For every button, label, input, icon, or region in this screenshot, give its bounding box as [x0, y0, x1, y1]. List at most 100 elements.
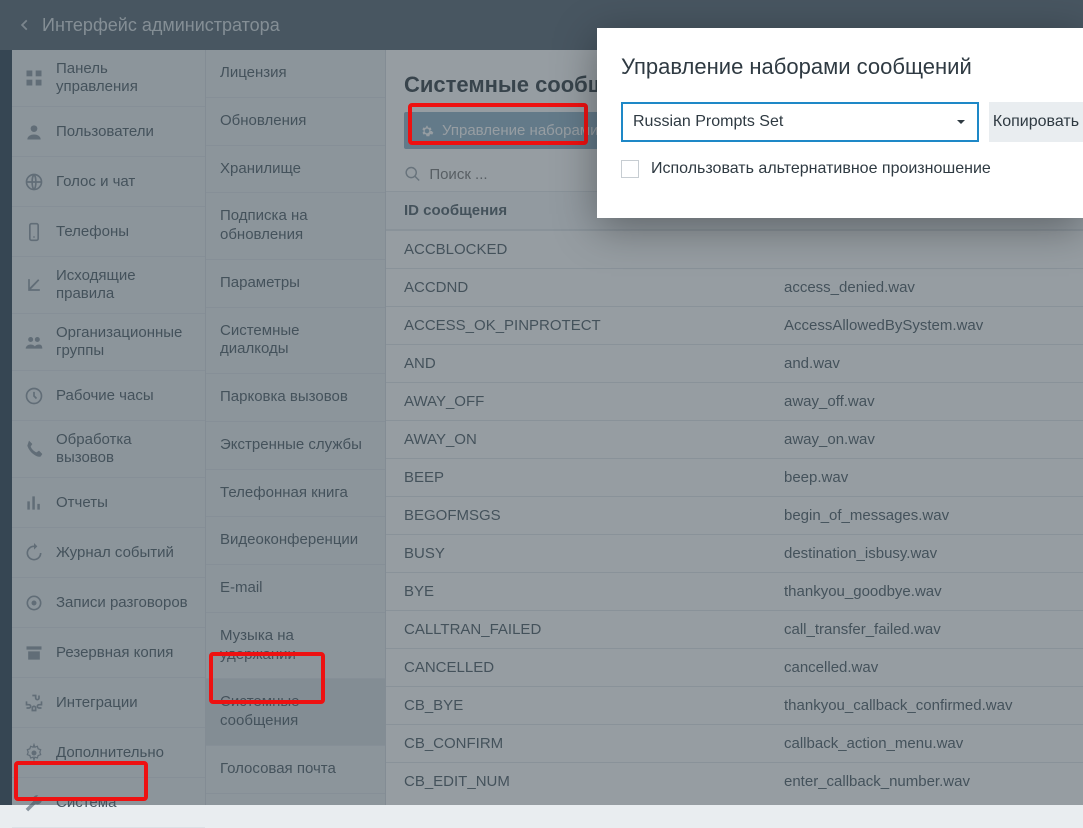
table-row[interactable]: BYEthankyou_goodbye.wav: [386, 572, 1083, 610]
wrench-icon: [24, 793, 44, 813]
globe-icon: [24, 172, 44, 192]
sidebar-item[interactable]: Записи разговоров: [12, 578, 205, 628]
sidebar-item-label: Рабочие часы: [56, 387, 154, 405]
subsidebar-item[interactable]: Лицензия: [206, 50, 385, 98]
cell-file-name: call_transfer_failed.wav: [766, 611, 1083, 648]
cell-file-name: thankyou_goodbye.wav: [766, 573, 1083, 610]
subsidebar-item[interactable]: Обновления: [206, 98, 385, 146]
subsidebar-item[interactable]: Подписка на обновления: [206, 193, 385, 260]
sidebar-item[interactable]: Телефоны: [12, 207, 205, 257]
sidebar-item[interactable]: Голос и чат: [12, 157, 205, 207]
phone-icon: [24, 439, 44, 459]
sidebar-item[interactable]: Резервная копия: [12, 628, 205, 678]
phone-device-icon: [24, 222, 44, 242]
cell-file-name: [766, 231, 1083, 268]
sidebar-item[interactable]: Исходящие правила: [12, 257, 205, 314]
cell-file-name: begin_of_messages.wav: [766, 497, 1083, 534]
cell-file-name: enter_callback_number.wav: [766, 763, 1083, 800]
cell-message-id: CB_EDIT_NUM: [386, 763, 766, 800]
cell-file-name: and.wav: [766, 345, 1083, 382]
subsidebar-item[interactable]: Хранилище: [206, 146, 385, 194]
cell-message-id: CALLTRAN_FAILED: [386, 611, 766, 648]
sidebar-item[interactable]: Обработка вызовов: [12, 421, 205, 478]
subsidebar-item[interactable]: Телефонная книга: [206, 470, 385, 518]
subsidebar-item[interactable]: Системные диалкоды: [206, 308, 385, 375]
cell-message-id: CB_CONFIRM: [386, 725, 766, 762]
subsidebar-item[interactable]: E-mail: [206, 565, 385, 613]
app-title: Интерфейс администратора: [42, 15, 280, 36]
subsidebar-item[interactable]: Голосовая почта: [206, 746, 385, 794]
cell-file-name: access_denied.wav: [766, 269, 1083, 306]
cell-message-id: BUSY: [386, 535, 766, 572]
cell-message-id: BYE: [386, 573, 766, 610]
table-row[interactable]: ANDand.wav: [386, 344, 1083, 382]
record-icon: [24, 593, 44, 613]
sidebar-item-label: Записи разговоров: [56, 594, 188, 612]
cell-file-name: away_on.wav: [766, 421, 1083, 458]
table-row[interactable]: CANCELLEDcancelled.wav: [386, 648, 1083, 686]
sidebar-item-label: Резервная копия: [56, 644, 173, 662]
cell-message-id: CB_BYE: [386, 687, 766, 724]
table-row[interactable]: ACCESS_OK_PINPROTECTAccessAllowedBySyste…: [386, 306, 1083, 344]
cell-file-name: beep.wav: [766, 459, 1083, 496]
alt-pronunciation-checkbox[interactable]: Использовать альтернативное произношение: [597, 142, 1083, 178]
sidebar-item-label: Журнал событий: [56, 544, 174, 562]
sidebar-item[interactable]: Система: [12, 778, 205, 828]
checkbox-box: [621, 160, 639, 178]
sidebar-item-label: Пользователи: [56, 123, 154, 141]
prompt-set-select[interactable]: Russian Prompts Set: [621, 102, 979, 142]
cell-message-id: BEGOFMSGS: [386, 497, 766, 534]
cell-file-name: cancelled.wav: [766, 649, 1083, 686]
manage-sets-button[interactable]: Управление наборами: [404, 112, 615, 149]
collapsed-rail: [0, 50, 12, 805]
table-row[interactable]: BEGOFMSGSbegin_of_messages.wav: [386, 496, 1083, 534]
chevron-down-icon: [955, 116, 967, 128]
sidebar-item[interactable]: Журнал событий: [12, 528, 205, 578]
sidebar-item[interactable]: Пользователи: [12, 107, 205, 157]
sidebar-item-label: Интеграции: [56, 694, 138, 712]
table-row[interactable]: BUSYdestination_isbusy.wav: [386, 534, 1083, 572]
table-row[interactable]: AWAY_ONaway_on.wav: [386, 420, 1083, 458]
table-row[interactable]: AWAY_OFFaway_off.wav: [386, 382, 1083, 420]
messages-table: ID сообщения ACCBLOCKEDACCDNDaccess_deni…: [386, 191, 1083, 805]
sidebar-item[interactable]: Интеграции: [12, 678, 205, 728]
table-row[interactable]: CB_BYEthankyou_callback_confirmed.wav: [386, 686, 1083, 724]
sidebar-item[interactable]: Организационные группы: [12, 314, 205, 371]
sidebar-item-label: Голос и чат: [56, 173, 135, 191]
table-row[interactable]: ACCBLOCKED: [386, 230, 1083, 268]
cell-message-id: ACCESS_OK_PINPROTECT: [386, 307, 766, 344]
subsidebar-item[interactable]: Экстренные службы: [206, 422, 385, 470]
cell-file-name: away_off.wav: [766, 383, 1083, 420]
primary-sidebar: Панель управления Пользователи Голос и чат…: [12, 50, 206, 805]
sidebar-item[interactable]: Отчеты: [12, 478, 205, 528]
subsidebar-item[interactable]: Парковка вызовов: [206, 374, 385, 422]
gear-icon: [420, 124, 434, 138]
sidebar-item-label: Исходящие правила: [56, 267, 193, 303]
cell-file-name: callback_action_menu.wav: [766, 725, 1083, 762]
table-row[interactable]: CB_CONFIRMcallback_action_menu.wav: [386, 724, 1083, 762]
sidebar-item-label: Отчеты: [56, 494, 108, 512]
table-row[interactable]: CB_EDIT_NUMenter_callback_number.wav: [386, 762, 1083, 800]
table-row[interactable]: ACCDNDaccess_denied.wav: [386, 268, 1083, 306]
history-icon: [24, 543, 44, 563]
prompt-set-selected: Russian Prompts Set: [633, 113, 783, 131]
table-row[interactable]: CALLTRAN_FAILEDcall_transfer_failed.wav: [386, 610, 1083, 648]
cell-file-name: thankyou_callback_confirmed.wav: [766, 687, 1083, 724]
sidebar-item[interactable]: Рабочие часы: [12, 371, 205, 421]
subsidebar-item[interactable]: Системные сообщения: [206, 679, 385, 746]
sidebar-item[interactable]: Панель управления: [12, 50, 205, 107]
sidebar-item-label: Телефоны: [56, 223, 129, 241]
sidebar-item-label: Система: [56, 794, 116, 812]
subsidebar-item[interactable]: Музыка на удержании: [206, 613, 385, 680]
table-row[interactable]: BEEPbeep.wav: [386, 458, 1083, 496]
sidebar-item-label: Панель управления: [56, 60, 193, 96]
sidebar-item[interactable]: Дополнительно: [12, 728, 205, 778]
outbound-icon: [24, 275, 44, 295]
group-icon: [24, 332, 44, 352]
subsidebar-item[interactable]: Параметры: [206, 260, 385, 308]
cell-message-id: AWAY_ON: [386, 421, 766, 458]
copy-button[interactable]: Копировать: [989, 102, 1083, 142]
subsidebar-item[interactable]: Видеоконференции: [206, 517, 385, 565]
sidebar-item-label: Обработка вызовов: [56, 431, 193, 467]
back-icon[interactable]: [18, 18, 32, 32]
